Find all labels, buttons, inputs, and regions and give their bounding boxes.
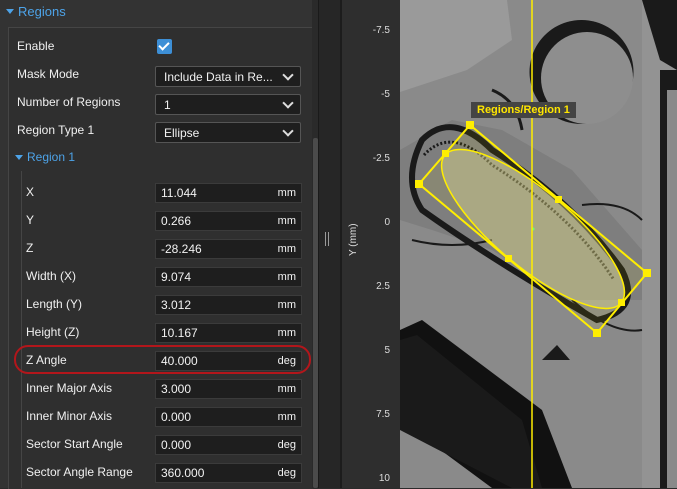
field-value: 11.044 <box>161 186 197 200</box>
field-value: 360.000 <box>161 466 205 480</box>
expand-triangle-icon[interactable] <box>15 155 23 160</box>
field-unit: mm <box>277 383 296 395</box>
resize-handle[interactable] <box>555 196 562 203</box>
field-label: X <box>26 185 35 199</box>
viewer-canvas[interactable] <box>342 0 677 488</box>
y-tick-label: -5 <box>381 89 390 100</box>
y-tick-label: 2.5 <box>376 281 390 292</box>
field-input[interactable]: 3.012 mm <box>155 295 302 315</box>
region-type-label: Region Type 1 <box>17 123 95 137</box>
field-value: 0.266 <box>161 214 192 228</box>
field-input[interactable]: 9.074 mm <box>155 267 302 287</box>
field-input[interactable]: 3.000 mm <box>155 379 302 399</box>
y-tick-label: 10 <box>378 473 390 484</box>
field-input[interactable]: 10.167 mm <box>155 323 302 343</box>
field-value: -28.246 <box>161 242 202 256</box>
field-label: Height (Z) <box>26 325 80 339</box>
field-value: 9.074 <box>161 270 192 284</box>
field-unit: mm <box>277 271 296 283</box>
resize-handle[interactable] <box>618 299 625 306</box>
field-value: 10.167 <box>161 326 198 340</box>
mask-mode-dropdown[interactable]: Include Data in Re... <box>155 66 301 87</box>
field-label: Inner Minor Axis <box>26 409 113 423</box>
y-tick-label: 5 <box>384 345 390 356</box>
field-value: 3.000 <box>161 382 192 396</box>
region-type-dropdown[interactable]: Ellipse <box>155 122 301 143</box>
field-label: Y <box>26 213 35 227</box>
field-label: Z <box>26 241 34 255</box>
number-of-regions-dropdown[interactable]: 1 <box>155 94 301 115</box>
field-label: Sector Start Angle <box>26 437 123 451</box>
field-label: Length (Y) <box>26 297 83 311</box>
region-label: Regions/Region 1 <box>471 102 576 118</box>
y-tick-label: -2.5 <box>372 153 390 164</box>
region-type-value: Ellipse <box>164 126 200 140</box>
resize-handle[interactable] <box>415 180 423 188</box>
expand-triangle-icon[interactable] <box>6 9 14 14</box>
field-label: Inner Major Axis <box>26 381 113 395</box>
resize-handle[interactable] <box>643 269 651 277</box>
field-unit: mm <box>277 187 296 199</box>
y-tick-label: -7.5 <box>372 25 390 36</box>
number-of-regions-label: Number of Regions <box>17 95 121 109</box>
regions-section-title: Regions <box>18 4 66 19</box>
chevron-down-icon <box>282 97 294 109</box>
field-value: 0.000 <box>161 410 192 424</box>
field-input[interactable]: 0.000 deg <box>155 435 302 455</box>
regions-section-header[interactable]: Regions <box>0 0 318 24</box>
field-input[interactable]: 11.044 mm <box>155 183 302 203</box>
resize-handle[interactable] <box>505 255 512 262</box>
field-unit: mm <box>277 411 296 423</box>
field-unit: mm <box>277 299 296 311</box>
chevron-down-icon <box>282 69 294 81</box>
resize-handle[interactable] <box>593 329 601 337</box>
enable-label: Enable <box>17 39 55 53</box>
mask-mode-label: Mask Mode <box>17 67 80 81</box>
field-unit: mm <box>277 215 296 227</box>
panel-splitter[interactable] <box>318 0 343 488</box>
field-input[interactable]: 0.266 mm <box>155 211 302 231</box>
field-unit: mm <box>277 243 296 255</box>
field-label: Width (X) <box>26 269 77 283</box>
field-input[interactable]: 360.000 deg <box>155 463 302 483</box>
field-unit: deg <box>277 467 296 479</box>
checkmark-icon <box>158 39 170 51</box>
field-unit: mm <box>277 327 296 339</box>
field-label: Sector Angle Range <box>26 465 133 479</box>
region1-title: Region 1 <box>27 150 76 164</box>
field-unit: deg <box>277 439 296 451</box>
resize-handle[interactable] <box>466 121 474 129</box>
y-tick-label: 7.5 <box>376 409 390 420</box>
chevron-down-icon <box>282 125 294 137</box>
y-axis-title: Y (mm) <box>348 223 359 256</box>
number-of-regions-value: 1 <box>164 98 171 112</box>
y-tick-label: 0 <box>384 217 390 228</box>
splitter-grip-icon[interactable] <box>325 232 326 246</box>
mask-mode-value: Include Data in Re... <box>164 70 273 84</box>
resize-handle[interactable] <box>442 150 449 157</box>
field-value: 3.012 <box>161 298 192 312</box>
z-angle-highlight <box>14 345 311 374</box>
image-viewer[interactable]: Y (mm) -7.5 -5 -2.5 0 2.5 5 7.5 10 Regions/Regi… <box>342 0 677 488</box>
properties-panel: Regions Enable Mask Mode Include Data in… <box>0 0 318 489</box>
field-input[interactable]: -28.246 mm <box>155 239 302 259</box>
field-value: 0.000 <box>161 438 192 452</box>
field-input[interactable]: 0.000 mm <box>155 407 302 427</box>
enable-checkbox[interactable] <box>157 39 172 54</box>
